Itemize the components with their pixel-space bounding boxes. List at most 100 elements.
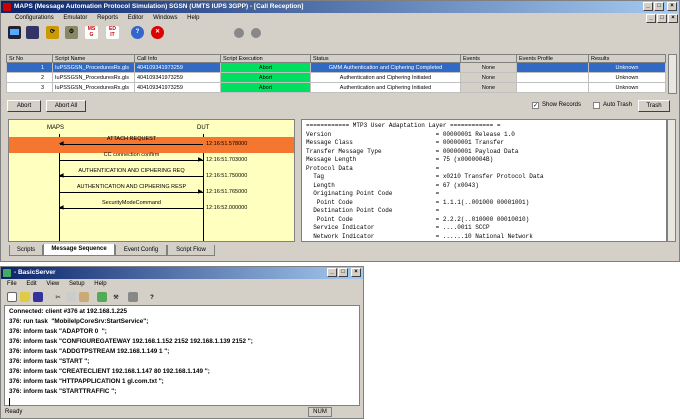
sequence-arrow[interactable] [60,144,203,145]
tab-event-config[interactable]: Event Config [115,245,167,256]
sequence-timestamp: 12:16:51.703000 [206,157,248,163]
cell-events[interactable]: None [460,82,517,93]
help-icon[interactable]: ? [131,26,144,39]
table-row[interactable]: 1 IuPSSGSN_ProceduresRx.gls 404109341973… [6,62,666,73]
cell-script-name: IuPSSGSN_ProceduresRx.gls [52,72,135,83]
text-cursor [9,398,10,406]
server-menu-edit[interactable]: Edit [22,281,40,287]
calls-table: Sr No Script Name Call Info Script Execu… [6,54,666,93]
msg-icon[interactable]: MS G [85,26,98,39]
col-status[interactable]: Status [310,54,461,63]
sequence-timestamp: 12:16:52.000000 [206,205,248,211]
col-script-execution[interactable]: Script Execution [220,54,311,63]
table-scrollbar[interactable] [668,54,677,94]
menu-configurations[interactable]: Configurations [11,15,58,21]
menu-reports[interactable]: Reports [93,15,122,21]
auto-trash-checkbox[interactable] [593,102,600,109]
server-log-line: Connected: client #376 at 192.168.1.225 [9,308,127,315]
sequence-left-entity: MAPS [47,125,65,131]
col-script-name[interactable]: Script Name [52,54,135,63]
stop-icon[interactable]: ✕ [151,26,164,39]
main-title: MAPS (Message Automation Protocol Simula… [14,3,304,10]
print-icon[interactable] [128,292,138,302]
sequence-arrow[interactable] [60,160,203,161]
pause-icon[interactable] [251,28,261,38]
decode-line: Protocol Data = [306,164,440,172]
network-icon[interactable] [97,292,107,302]
server-maximize-icon[interactable]: □ [338,268,348,277]
abort-cell-button[interactable]: Abort [220,72,311,83]
server-menu-setup[interactable]: Setup [65,281,89,287]
cell-sr-no: 2 [6,72,53,83]
decode-scrollbar[interactable] [667,119,676,242]
cell-results: Unknown [588,82,666,93]
abort-cell-button[interactable]: Abort [220,62,311,73]
tab-message-sequence[interactable]: Message Sequence [43,244,115,256]
display-icon[interactable] [8,26,21,39]
col-events-profile[interactable]: Events Profile [516,54,589,63]
server-menu-file[interactable]: File [3,281,21,287]
trash-button[interactable]: Trash [638,100,670,112]
minimize-icon[interactable]: _ [643,2,653,11]
maximize-icon[interactable]: □ [654,2,664,11]
sequence-arrow[interactable] [60,208,203,209]
app-icon [3,3,11,11]
cell-call-info: 404109341973259 [134,82,221,93]
sync-icon[interactable]: ⟳ [46,26,59,39]
server-log-line: 376: run task "MobileIpCoreSrv:StartServ… [9,318,149,325]
table-row[interactable]: 3 IuPSSGSN_ProceduresRx.gls 404109341973… [6,82,666,93]
decode-line: ============ MTP3 User Adaptation Layer … [306,122,501,129]
cell-call-info: 404109341973259 [134,72,221,83]
decode-line: Version = 00000001 Release 1.0 [306,130,515,138]
edit-icon[interactable]: ED IT [106,26,119,39]
mdi-restore-icon[interactable]: □ [657,14,667,23]
mdi-close-icon[interactable]: × [668,14,678,23]
sequence-timestamp: 12:16:51.578000 [206,141,248,147]
help-icon[interactable]: ? [147,292,157,302]
tab-scripts[interactable]: Scripts [9,245,43,256]
tool-icon[interactable]: ⚒ [111,292,121,302]
close-icon[interactable]: × [667,2,677,11]
menu-help[interactable]: Help [183,15,203,21]
num-indicator: NUM [308,407,332,417]
menu-windows[interactable]: Windows [149,15,181,21]
decode-line: Message Class = 00000001 Transfer [306,139,505,146]
sequence-arrow[interactable] [60,176,203,177]
tools-icon[interactable]: ⚙ [65,26,78,39]
server-close-icon[interactable]: × [351,268,361,277]
show-records-checkbox[interactable]: ✓ [532,102,539,109]
record-icon[interactable] [234,28,244,38]
server-minimize-icon[interactable]: _ [327,268,337,277]
menu-emulator[interactable]: Emulator [59,15,91,21]
table-header: Sr No Script Name Call Info Script Execu… [6,54,666,63]
cell-events[interactable]: None [460,72,517,83]
mdi-minimize-icon[interactable]: _ [646,14,656,23]
server-menu-view[interactable]: View [42,281,63,287]
decode-line: Message Length = 75 (x0000004B) [306,156,494,163]
cell-events[interactable]: None [460,62,517,73]
copy-icon[interactable] [66,292,76,302]
col-call-info[interactable]: Call Info [134,54,221,63]
cell-status: GMM Authentication and Ciphering Complet… [310,62,461,73]
tab-script-flow[interactable]: Script Flow [167,245,215,256]
sequence-arrow[interactable] [60,192,203,193]
menu-editor[interactable]: Editor [124,15,148,21]
col-results[interactable]: Results [588,54,666,63]
abort-all-button[interactable]: Abort All [46,100,86,112]
abort-button[interactable]: Abort [7,100,41,112]
table-row[interactable]: 2 IuPSSGSN_ProceduresRx.gls 404109341973… [6,72,666,83]
sequence-timestamp: 12:16:51.750000 [206,173,248,179]
sequence-panel: MAPS DUT ◀ ATTACH REQUEST 12:16:51.578000 ▶… [8,119,295,242]
save-icon[interactable] [33,292,43,302]
cut-icon[interactable]: ✂ [53,292,63,302]
paste-icon[interactable] [79,292,89,302]
open-folder-icon[interactable] [20,292,30,302]
book-icon[interactable] [26,26,39,39]
col-events[interactable]: Events [460,54,517,63]
col-sr-no[interactable]: Sr No [6,54,53,63]
server-app-icon [3,269,11,277]
abort-cell-button[interactable]: Abort [220,82,311,93]
cell-status: Authentication and Ciphering Initiated [310,82,461,93]
server-menu-help[interactable]: Help [90,281,110,287]
new-file-icon[interactable] [7,292,17,302]
